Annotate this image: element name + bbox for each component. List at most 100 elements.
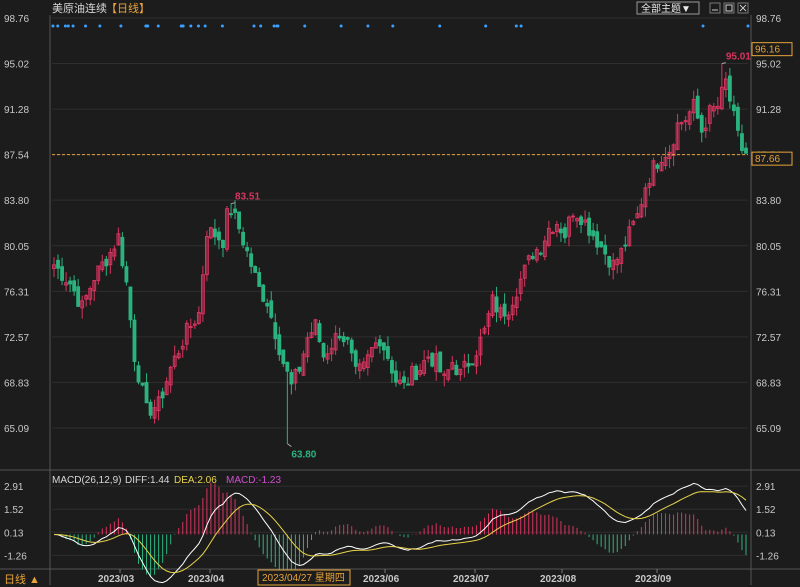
oil-futures-chart[interactable]: 美原油连续 【日线】 全部主题▼ 98.76 98.76 95.02 95.02 91.… bbox=[0, 0, 800, 587]
signal-dot bbox=[746, 24, 750, 28]
y-tick-label-right: 80.05 bbox=[756, 242, 781, 253]
x-tick-label: 2023/06 bbox=[363, 574, 400, 585]
signal-dot bbox=[63, 24, 67, 28]
candle-body bbox=[466, 363, 471, 367]
candle-body bbox=[744, 147, 748, 154]
candle-body bbox=[132, 319, 137, 363]
x-tick-label: 2023/04 bbox=[188, 574, 225, 585]
candle-body bbox=[341, 336, 346, 343]
candle-body bbox=[377, 339, 382, 347]
signal-dot bbox=[84, 24, 88, 28]
signal-dot bbox=[71, 24, 75, 28]
signal-dot bbox=[438, 24, 442, 28]
candle-body bbox=[470, 363, 475, 366]
candle-body bbox=[591, 230, 596, 237]
candle-body bbox=[530, 255, 535, 260]
candle-body bbox=[571, 215, 575, 218]
x-tick-label: 2023/09 bbox=[635, 574, 672, 585]
macd-tick-right: 2.91 bbox=[756, 482, 776, 493]
candle-body bbox=[438, 351, 443, 373]
candle-body bbox=[277, 334, 282, 356]
candle-body bbox=[394, 370, 398, 383]
y-tick-label-right: 65.09 bbox=[756, 424, 781, 435]
signal-dot bbox=[220, 24, 224, 28]
candle-body bbox=[217, 231, 221, 241]
candle-body bbox=[241, 231, 246, 246]
candle-body bbox=[253, 265, 258, 273]
y-tick-label-left: 72.57 bbox=[4, 333, 29, 344]
x-tick-label: 2023/07 bbox=[453, 574, 490, 585]
macd-tick-left: 1.52 bbox=[4, 505, 24, 516]
signal-dot bbox=[56, 24, 60, 28]
candle-body bbox=[120, 236, 125, 267]
candle-body bbox=[406, 383, 410, 386]
candle-body bbox=[454, 364, 459, 376]
period-switch-button[interactable]: 日线 ▲ bbox=[0, 572, 46, 586]
theme-menu[interactable]: 全部主题▼ bbox=[636, 1, 700, 15]
high-annotation: 95.01 bbox=[726, 52, 751, 63]
candle-body bbox=[587, 217, 591, 236]
candle-body bbox=[623, 244, 628, 247]
candle-body bbox=[281, 349, 286, 365]
signal-dot bbox=[519, 24, 523, 28]
candle-body bbox=[695, 95, 700, 119]
signal-dot bbox=[156, 24, 160, 28]
candle-body bbox=[402, 376, 406, 383]
y-tick-label-right: 98.76 bbox=[756, 14, 781, 25]
macd-value-legend: MACD:-1.23 bbox=[226, 475, 281, 486]
candle-body bbox=[104, 258, 109, 267]
candle-body bbox=[345, 337, 350, 340]
chart-title: 美原油连续 bbox=[52, 1, 107, 15]
signal-dot bbox=[339, 24, 343, 28]
candle-body bbox=[349, 339, 354, 354]
candle-body bbox=[736, 106, 740, 131]
candle-body bbox=[213, 228, 217, 238]
y-tick-label-right: 83.80 bbox=[756, 196, 781, 207]
signal-dot bbox=[66, 24, 70, 28]
candle-body bbox=[221, 239, 225, 248]
signal-dot bbox=[203, 24, 207, 28]
candle-body bbox=[732, 104, 736, 112]
y-tick-label-right: 68.83 bbox=[756, 378, 781, 389]
candle-body bbox=[699, 115, 704, 133]
candle-body bbox=[188, 325, 193, 328]
candle-body bbox=[563, 227, 567, 239]
y-tick-label-left: 76.31 bbox=[4, 287, 29, 298]
signal-dot bbox=[181, 24, 185, 28]
candle-body bbox=[136, 365, 141, 383]
candle-body bbox=[538, 252, 543, 255]
candle-body bbox=[261, 284, 266, 302]
y-tick-label-left: 80.05 bbox=[4, 242, 29, 253]
signal-dot bbox=[252, 24, 256, 28]
theme-menu-label: 全部主题▼ bbox=[641, 2, 691, 15]
macd-diff-legend: DIFF:1.44 bbox=[125, 475, 170, 486]
candle-body bbox=[550, 232, 555, 235]
candle-body bbox=[683, 120, 688, 123]
candle-body bbox=[607, 256, 612, 268]
macd-tick-right: 0.13 bbox=[756, 528, 776, 539]
candle-body bbox=[414, 365, 419, 381]
period-switch-label: 日线 ▲ bbox=[4, 572, 40, 586]
candle-body bbox=[285, 361, 290, 372]
y-tick-label-left: 68.83 bbox=[4, 378, 29, 389]
signal-dot bbox=[189, 24, 193, 28]
candle-body bbox=[60, 266, 64, 281]
top-price-label: 96.16 bbox=[755, 45, 780, 56]
y-tick-label-left: 98.76 bbox=[4, 14, 29, 25]
signal-dot bbox=[196, 24, 200, 28]
candle-body bbox=[381, 342, 386, 351]
macd-tick-right: 1.52 bbox=[756, 505, 776, 516]
candle-body bbox=[68, 280, 73, 285]
signal-dot bbox=[303, 24, 307, 28]
y-tick-label-right: 76.31 bbox=[756, 287, 781, 298]
signal-dot bbox=[391, 24, 395, 28]
cursor-date-badge: 2023/04/27 星期四 bbox=[257, 569, 351, 586]
candle-body bbox=[494, 296, 499, 313]
candle-body bbox=[144, 382, 149, 404]
candle-body bbox=[559, 228, 563, 234]
y-tick-label-right: 72.57 bbox=[756, 333, 781, 344]
macd-tick-right: -1.26 bbox=[756, 551, 779, 562]
candle-body bbox=[124, 266, 129, 283]
candle-body bbox=[76, 286, 81, 307]
cursor-date-label: 2023/04/27 星期四 bbox=[262, 572, 345, 584]
